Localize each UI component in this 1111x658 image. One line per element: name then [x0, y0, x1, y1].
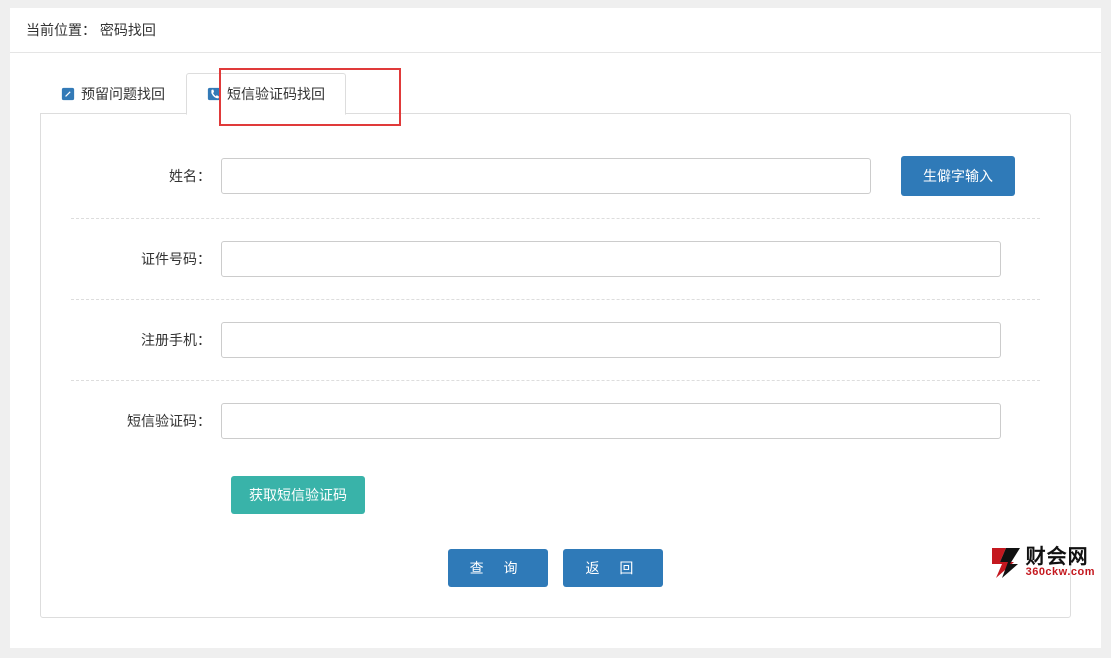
row-sms: 短信验证码：	[71, 381, 1040, 461]
phone-label: 注册手机：	[71, 330, 221, 350]
watermark-line1: 财会网	[1026, 547, 1095, 567]
query-button[interactable]: 查 询	[448, 549, 548, 587]
phone-icon	[207, 87, 221, 101]
breadcrumb: 当前位置： 密码找回	[10, 8, 1101, 53]
name-input[interactable]	[221, 158, 871, 194]
sms-label: 短信验证码：	[71, 411, 221, 431]
row-phone: 注册手机：	[71, 300, 1040, 381]
edit-icon	[61, 87, 75, 101]
watermark-text: 财会网 360ckw.com	[1026, 547, 1095, 578]
action-row: 查 询 返 回	[71, 539, 1040, 587]
watermark-line2: 360ckw.com	[1026, 567, 1095, 578]
name-label: 姓名：	[71, 166, 221, 186]
content-wrapper: 预留问题找回 短信验证码找回 姓名： 生僻字输入 证件号码： 注册手机：	[10, 53, 1101, 648]
row-name: 姓名： 生僻字输入	[71, 134, 1040, 219]
phone-input[interactable]	[221, 322, 1001, 358]
sms-input[interactable]	[221, 403, 1001, 439]
watermark: 财会网 360ckw.com	[988, 544, 1095, 580]
back-button[interactable]: 返 回	[563, 549, 663, 587]
tab-sms-label: 短信验证码找回	[227, 84, 325, 104]
id-label: 证件号码：	[71, 249, 221, 269]
breadcrumb-label: 当前位置：	[26, 22, 96, 38]
tab-question-label: 预留问题找回	[81, 84, 165, 104]
tab-question-recovery[interactable]: 预留问题找回	[40, 73, 186, 114]
tabs: 预留问题找回 短信验证码找回	[40, 73, 1071, 114]
page-container: 当前位置： 密码找回 预留问题找回 短信验证码找回 姓名： 生僻	[10, 8, 1101, 648]
breadcrumb-current: 密码找回	[100, 22, 156, 38]
get-sms-code-button[interactable]: 获取短信验证码	[231, 476, 365, 514]
watermark-logo-icon	[988, 544, 1024, 580]
row-id: 证件号码：	[71, 219, 1040, 300]
id-input[interactable]	[221, 241, 1001, 277]
tab-sms-recovery[interactable]: 短信验证码找回	[186, 73, 346, 115]
row-get-code: 获取短信验证码	[71, 461, 1040, 539]
rare-char-button[interactable]: 生僻字输入	[901, 156, 1015, 196]
form-panel: 姓名： 生僻字输入 证件号码： 注册手机： 短信验证码： 获取短信验证码 查 询	[40, 113, 1071, 618]
